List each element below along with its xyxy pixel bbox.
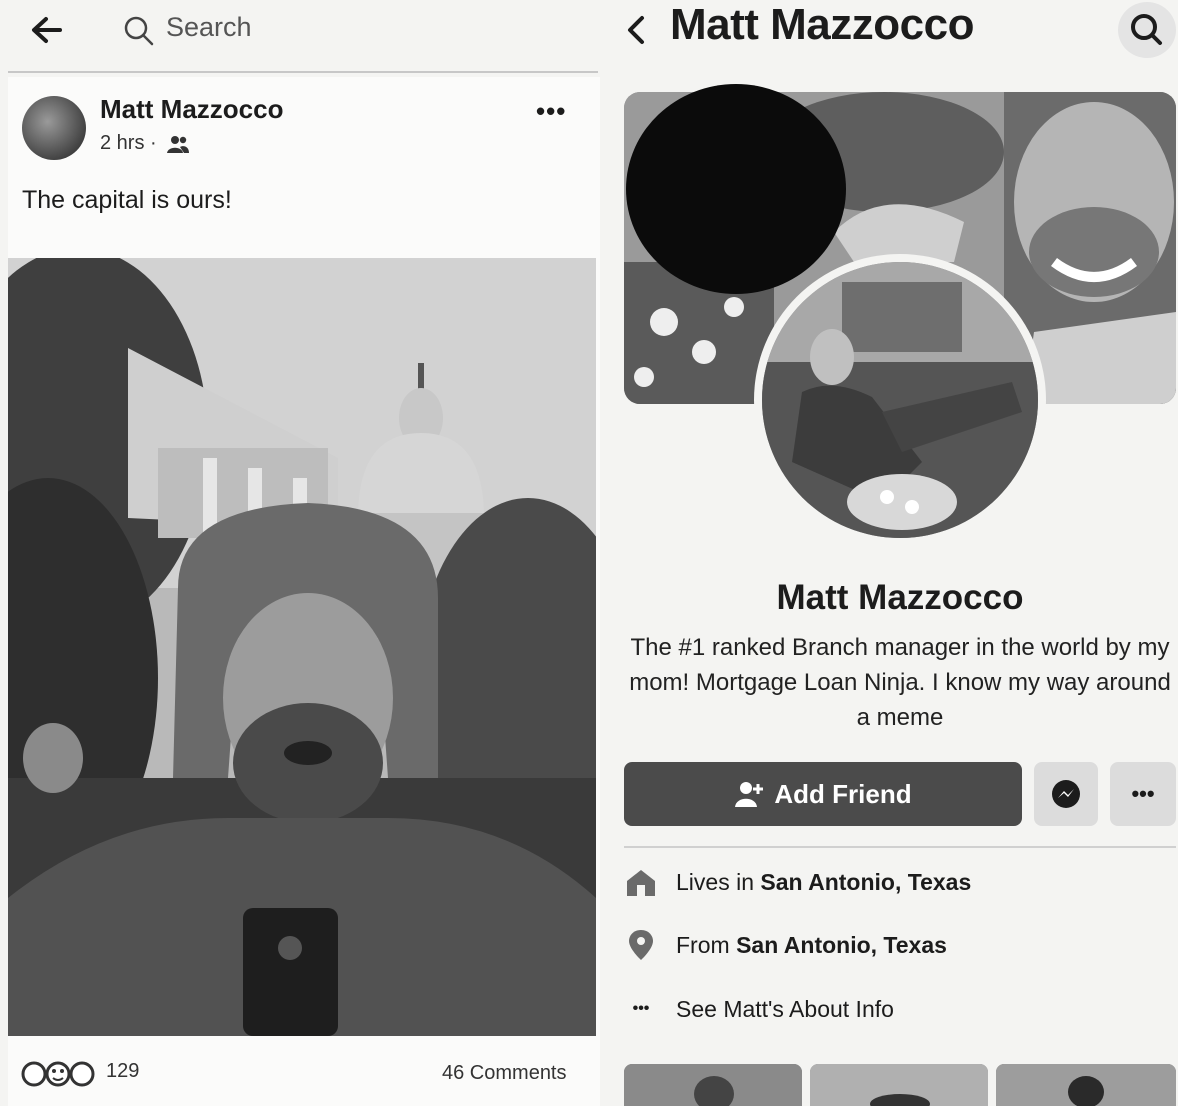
featured-photo-image — [624, 1064, 802, 1106]
messenger-icon — [1052, 780, 1080, 808]
location-pin-icon — [624, 928, 658, 962]
chevron-left-icon[interactable] — [622, 10, 652, 50]
reaction-count[interactable]: 129 — [106, 1060, 139, 1083]
profile-bio: The #1 ranked Branch manager in the worl… — [629, 634, 1171, 731]
search-icon — [1131, 14, 1162, 45]
detail-value[interactable]: San Antonio, Texas — [760, 869, 971, 896]
divider — [624, 846, 1176, 848]
comments-link[interactable]: 46 Comments — [442, 1062, 567, 1085]
featured-photo-image — [996, 1064, 1176, 1106]
search-input[interactable]: Search — [166, 12, 252, 43]
more-dots-icon: ••• — [632, 1000, 650, 1017]
friends-audience-icon — [167, 136, 189, 153]
home-icon — [624, 865, 658, 899]
search-icon[interactable] — [122, 14, 156, 48]
search-button[interactable] — [1118, 2, 1176, 58]
more-options-button[interactable]: ••• — [1110, 762, 1176, 826]
divider — [8, 71, 598, 73]
post-options-button[interactable]: ••• — [536, 96, 566, 127]
capitol-selfie-image — [8, 258, 596, 1036]
post-text: The capital is ours! — [22, 186, 232, 214]
add-person-icon — [735, 782, 764, 807]
featured-photo-image — [810, 1064, 988, 1106]
profile-name: Matt Mazzocco — [776, 578, 1024, 617]
post-view: Search Matt Mazzocco 2 hrs · ••• The cap… — [0, 0, 600, 1106]
profile-image — [762, 262, 1038, 538]
featured-photo[interactable] — [996, 1064, 1176, 1106]
post-timestamp[interactable]: 2 hrs · — [100, 132, 157, 155]
add-friend-label: Add Friend — [774, 778, 912, 809]
avatar[interactable] — [22, 96, 86, 160]
post-author[interactable]: Matt Mazzocco — [100, 94, 283, 125]
redaction-mark — [626, 84, 846, 294]
post-photo[interactable] — [8, 258, 596, 1036]
detail-value[interactable]: San Antonio, Texas — [736, 932, 947, 959]
see-about-info-label: See Matt's About Info — [676, 995, 894, 1022]
back-arrow-icon[interactable] — [22, 10, 74, 50]
reactions-icon[interactable] — [20, 1060, 104, 1088]
add-friend-button[interactable]: Add Friend — [624, 762, 1022, 826]
page-title: Matt Mazzocco — [670, 0, 974, 49]
featured-photo[interactable] — [624, 1064, 802, 1106]
detail-from: From San Antonio, Texas — [624, 927, 947, 963]
see-about-info-link[interactable]: ••• See Matt's About Info — [624, 991, 894, 1027]
profile-picture[interactable] — [762, 262, 1038, 538]
message-button[interactable] — [1034, 762, 1098, 826]
detail-prefix: From — [676, 931, 737, 958]
detail-prefix: Lives in — [676, 868, 761, 895]
featured-photo[interactable] — [810, 1064, 988, 1106]
detail-lives-in: Lives in San Antonio, Texas — [624, 864, 971, 900]
